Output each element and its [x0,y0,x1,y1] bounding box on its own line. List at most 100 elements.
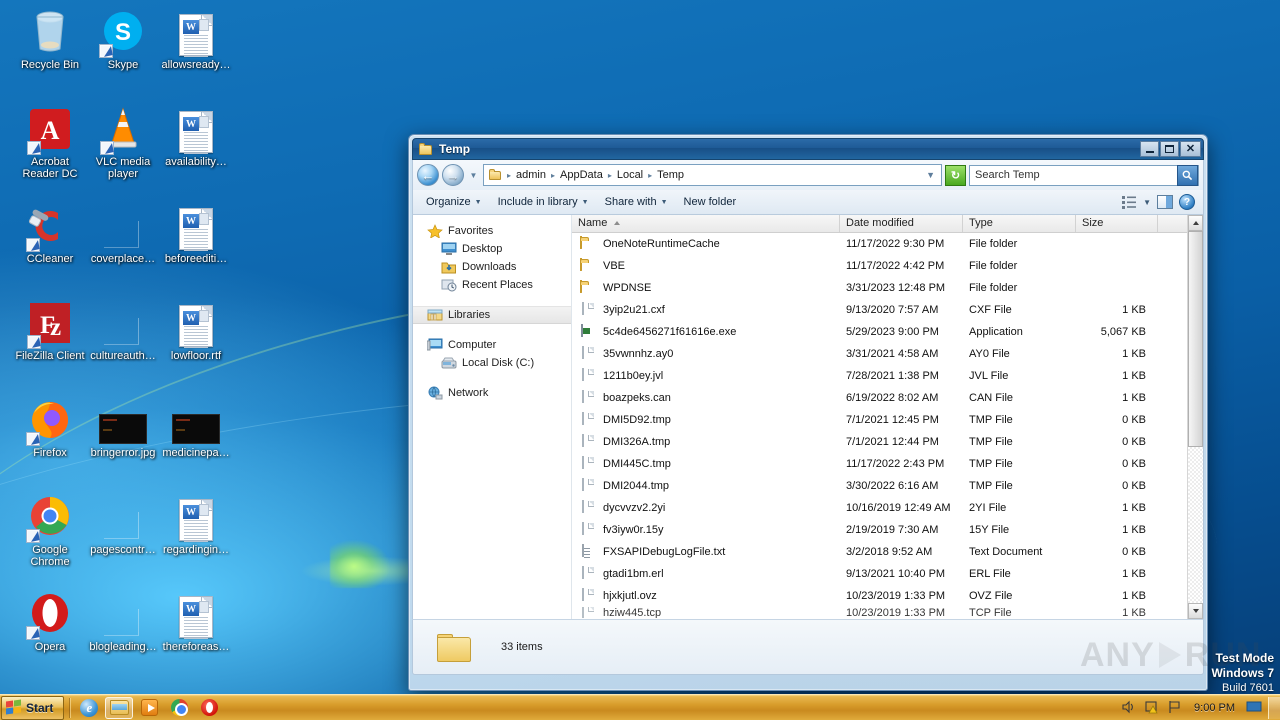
address-bar[interactable]: ← → ▼ ▸ admin ▸ AppData ▸ Local ▸ Temp ▼… [413,160,1203,190]
file-row[interactable]: DMI445C.tmp 11/17/2022 2:43 PM TMP File … [572,453,1203,475]
preview-pane-icon[interactable] [1157,195,1173,209]
back-button[interactable]: ← [417,164,439,186]
search-icon[interactable] [1177,164,1198,186]
explorer-window[interactable]: Temp ✕ ← → ▼ ▸ admin ▸ AppData ▸ Local ▸… [408,134,1208,691]
change-view-icon[interactable] [1121,195,1137,209]
file-name-cell[interactable]: FXSAPIDebugLogFile.txt [572,544,840,560]
forward-button[interactable]: → [442,164,464,186]
column-header-date[interactable]: Date modified [840,215,963,232]
breadcrumb-separator-0[interactable]: ▸ [506,171,512,180]
file-name-cell[interactable]: DMI445C.tmp [572,456,840,472]
file-row[interactable]: DMI5D92.tmp 7/1/2021 12:45 PM TMP File 0… [572,409,1203,431]
sidebar-item-network[interactable]: Network [413,384,571,402]
file-row[interactable]: OneNoteRuntimeCache 11/17/2022 9:30 PM F… [572,233,1203,255]
column-header-name[interactable]: Name [572,215,840,232]
close-button[interactable]: ✕ [1180,141,1201,157]
scrollbar-track[interactable] [1188,447,1203,603]
action-center-icon[interactable] [1144,700,1160,716]
recent-pages-dropdown[interactable]: ▼ [467,171,480,180]
file-list[interactable]: OneNoteRuntimeCache 11/17/2022 9:30 PM F… [572,233,1203,619]
breadcrumb-item-admin[interactable]: admin [513,168,549,182]
taskbar-button-internet-explorer[interactable] [75,697,103,719]
file-name-cell[interactable]: boazpeks.can [572,390,840,406]
file-row[interactable]: hziw445.tcp 10/23/2019 1:33 PM TCP File … [572,607,1203,618]
command-bar-right[interactable]: ▼ ? [1121,194,1197,210]
command-bar[interactable]: Organize ▼ Include in library ▼ Share with ▼ N… [412,190,1204,215]
sidebar-item-downloads[interactable]: Downloads [413,258,571,276]
taskbar[interactable]: Start 9:00 PM [0,694,1280,720]
file-name-cell[interactable]: OneNoteRuntimeCache [572,236,840,252]
file-row[interactable]: DMI326A.tmp 7/1/2021 12:44 PM TMP File 0… [572,431,1203,453]
refresh-button[interactable]: ↻ [945,164,966,186]
desktop-icon-medicinepa[interactable]: medicinepa… [151,396,241,459]
file-name-cell[interactable]: fv3iyw0r.15y [572,522,840,538]
desktop-icon-lowfloor-rtf[interactable]: W lowfloor.rtf [151,299,241,362]
taskbar-button-google-chrome[interactable] [165,697,193,719]
column-header-type[interactable]: Type [963,215,1076,232]
show-desktop-preview-icon[interactable] [1246,700,1262,716]
scroll-up-button[interactable] [1188,215,1203,231]
system-tray[interactable]: 9:00 PM [1121,700,1268,716]
file-name-cell[interactable]: 5c4de6456271f61616e.exe [572,324,840,340]
file-name-cell[interactable]: 1211b0ey.jvl [572,368,840,384]
sidebar-item-local-disk-c[interactable]: Local Disk (C:) [413,354,571,372]
breadcrumb-item-local[interactable]: Local [614,168,646,182]
desktop-icon-regardingin[interactable]: W regardingin… [151,493,241,556]
file-name-cell[interactable]: DMI326A.tmp [572,434,840,450]
taskbar-button-windows-explorer[interactable] [105,696,134,719]
window-buttons[interactable]: ✕ [1140,141,1201,157]
clock[interactable]: 9:00 PM [1190,702,1239,714]
start-button[interactable]: Start [1,695,65,720]
breadcrumb-separator-2[interactable]: ▸ [607,171,613,180]
desktop-icon-thereforeas[interactable]: W thereforeas… [151,590,241,653]
scroll-down-button[interactable] [1188,603,1203,619]
file-name-cell[interactable]: dycvvzv2.2yi [572,500,840,516]
file-row[interactable]: dycvvzv2.2yi 10/16/2019 12:49 AM 2YI Fil… [572,497,1203,519]
file-row[interactable]: gtadi1bm.erl 9/13/2021 10:40 PM ERL File… [572,563,1203,585]
breadcrumb[interactable]: ▸ admin ▸ AppData ▸ Local ▸ Temp ▼ [483,164,942,186]
network-flag-icon[interactable] [1167,700,1183,716]
file-row[interactable]: hjxkjutl.ovz 10/23/2019 1:33 PM OVZ File… [572,585,1203,607]
file-name-cell[interactable]: hziw445.tcp [572,607,840,618]
file-name-cell[interactable]: WPDNSE [572,280,840,296]
show-desktop-button[interactable] [1268,696,1280,719]
file-row[interactable]: boazpeks.can 6/19/2022 8:02 AM CAN File … [572,387,1203,409]
maximize-button[interactable] [1160,141,1179,157]
breadcrumb-item-appdata[interactable]: AppData [557,168,606,182]
breadcrumb-item-temp[interactable]: Temp [654,168,687,182]
file-list-pane[interactable]: Name Date modified Type Size OneNoteRuntime… [572,215,1203,619]
file-row[interactable]: 5c4de6456271f61616e.exe 5/29/2023 9:00 P… [572,321,1203,343]
file-row[interactable]: 35vwnnhz.ay0 3/31/2021 4:58 AM AY0 File … [572,343,1203,365]
sidebar-item-favorites[interactable]: Favorites [413,222,571,240]
column-header-size[interactable]: Size [1076,215,1158,232]
desktop-icon-allowsready[interactable]: W allowsready… [151,8,241,71]
breadcrumb-separator-1[interactable]: ▸ [550,171,556,180]
address-dropdown-icon[interactable]: ▼ [925,170,938,180]
help-icon[interactable]: ? [1179,194,1195,210]
sidebar-item-libraries[interactable]: Libraries [413,306,571,324]
file-name-cell[interactable]: DMI5D92.tmp [572,412,840,428]
column-headers[interactable]: Name Date modified Type Size [572,215,1203,233]
file-row[interactable]: fv3iyw0r.15y 2/19/2019 7:30 AM 15Y File … [572,519,1203,541]
sidebar-item-desktop[interactable]: Desktop [413,240,571,258]
command-new-folder[interactable]: New folder [677,193,744,211]
window-titlebar[interactable]: Temp ✕ [412,138,1204,160]
volume-icon[interactable] [1121,700,1137,716]
navigation-toolbar[interactable]: ← → ▼ ▸ admin ▸ AppData ▸ Local ▸ Temp ▼… [412,160,1204,190]
scrollbar-thumb[interactable] [1188,231,1203,447]
file-row[interactable]: VBE 11/17/2022 4:42 PM File folder [572,255,1203,277]
file-row[interactable]: FXSAPIDebugLogFile.txt 3/2/2018 9:52 AM … [572,541,1203,563]
command-include-in-library[interactable]: Include in library ▼ [491,193,596,211]
navigation-pane[interactable]: Favorites Desktop Downloads Recent Place… [413,215,572,619]
taskbar-button-windows-media-player[interactable] [135,697,163,719]
file-row[interactable]: WPDNSE 3/31/2023 12:48 PM File folder [572,277,1203,299]
file-row[interactable]: DMI2044.tmp 3/30/2022 6:16 AM TMP File 0… [572,475,1203,497]
taskbar-button-opera[interactable] [195,697,223,719]
minimize-button[interactable] [1140,141,1159,157]
vertical-scrollbar[interactable] [1187,215,1203,619]
command-share-with[interactable]: Share with ▼ [598,193,675,211]
view-dropdown-icon[interactable]: ▼ [1143,198,1151,207]
search-input[interactable]: Search Temp [969,164,1199,186]
desktop-icon-beforeediti[interactable]: W beforeediti… [151,202,241,265]
file-row[interactable]: 1211b0ey.jvl 7/28/2021 1:38 PM JVL File … [572,365,1203,387]
